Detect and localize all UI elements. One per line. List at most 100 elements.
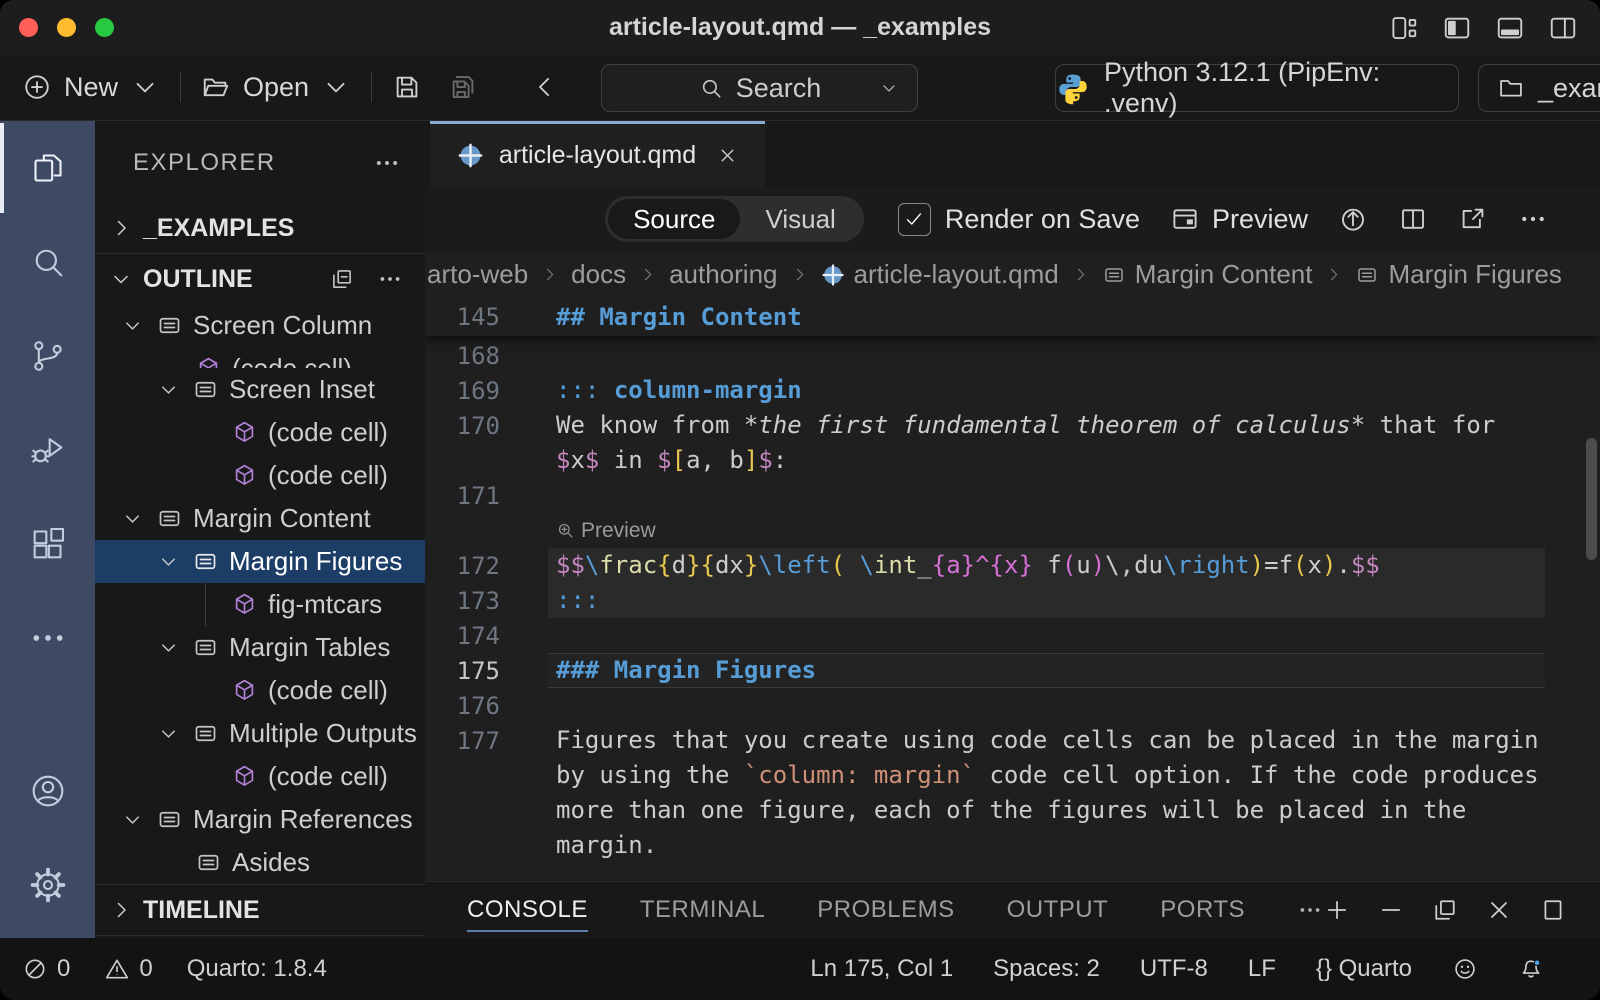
save-all-button[interactable] [448, 72, 478, 102]
code-text[interactable]: by using the `column: margin` code cell … [548, 758, 1545, 793]
close-panel-button[interactable] [1485, 896, 1513, 924]
outline-item[interactable]: fig-mtcars [95, 583, 425, 626]
status-notifications[interactable] [1518, 956, 1544, 982]
close-tab-icon[interactable] [717, 145, 738, 166]
breadcrumb-item[interactable]: arto-web [427, 259, 528, 290]
more-actions-icon[interactable] [377, 266, 403, 292]
code-text[interactable]: more than one figure, each of the figure… [548, 793, 1545, 828]
outline-item[interactable]: Screen Column [95, 304, 425, 347]
more-actions-icon[interactable] [1518, 204, 1548, 234]
status-warnings[interactable]: 0 [104, 955, 152, 983]
status-errors[interactable]: 0 [22, 955, 70, 983]
outline-item[interactable]: Margin Figures [95, 540, 425, 583]
save-button[interactable] [392, 72, 422, 102]
editor-scrollbar[interactable] [1586, 438, 1597, 560]
interpreter-selector[interactable]: Python 3.12.1 (PipEnv: .venv) [1055, 64, 1459, 112]
collapse-button[interactable] [1377, 896, 1405, 924]
breadcrumb-item[interactable]: article-layout.qmd [821, 259, 1059, 290]
outline-item[interactable]: (code cell) [95, 669, 425, 712]
code-text[interactable] [548, 338, 1545, 373]
status-encoding[interactable]: UTF-8 [1140, 955, 1208, 983]
outline-item[interactable]: Margin Tables [95, 626, 425, 669]
code-line[interactable]: 168 [425, 338, 1600, 373]
publish-icon[interactable] [1338, 204, 1368, 234]
outline-item[interactable]: (code cell) [95, 454, 425, 497]
activity-more-actions[interactable] [0, 591, 95, 685]
open-external-icon[interactable] [1458, 204, 1488, 234]
code-text[interactable] [548, 618, 1545, 653]
code-line[interactable]: 171 [425, 478, 1600, 513]
checkbox-checked[interactable] [898, 203, 931, 236]
status-indentation[interactable]: Spaces: 2 [993, 955, 1100, 983]
status-eol[interactable]: LF [1248, 955, 1276, 983]
outline-item[interactable]: Multiple Outputs [95, 712, 425, 755]
duplicate-button[interactable] [1431, 896, 1459, 924]
status-cursor-position[interactable]: Ln 175, Col 1 [810, 955, 953, 983]
preview-button[interactable]: Preview [1170, 204, 1308, 235]
codelens-line[interactable]: Preview [425, 513, 1600, 548]
outline-item[interactable]: (code cell) [95, 347, 425, 368]
outline-item[interactable]: Asides [95, 841, 425, 884]
new-button[interactable]: New [22, 72, 160, 103]
breadcrumb-item[interactable]: Margin Figures [1355, 259, 1561, 290]
more-actions-icon[interactable] [373, 149, 401, 177]
toggle-secondary-sidebar-button[interactable] [1548, 13, 1578, 43]
sticky-scroll-line[interactable]: 145 ## Margin Content [425, 298, 1600, 336]
breadcrumb-item[interactable]: authoring [669, 259, 777, 290]
navigate-back-button[interactable] [530, 72, 560, 102]
panel-tab-problems[interactable]: PROBLEMS [817, 882, 954, 938]
activity-explorer[interactable] [0, 121, 95, 215]
status-quarto-version[interactable]: Quarto: 1.8.4 [187, 955, 327, 983]
code-line[interactable]: 177Figures that you create using code ce… [425, 723, 1600, 758]
code-line[interactable]: margin. [425, 828, 1600, 863]
tab-article-layout[interactable]: article-layout.qmd [430, 121, 765, 187]
status-feedback[interactable] [1452, 956, 1478, 982]
source-mode-button[interactable]: Source [608, 199, 740, 239]
panel-tab-ports[interactable]: PORTS [1160, 882, 1245, 938]
code-line[interactable]: 172$$\frac{d}{dx}\left( \int_{a}^{x} f(u… [425, 548, 1600, 583]
code-text[interactable]: Preview [548, 513, 1545, 548]
activity-extensions[interactable] [0, 497, 95, 591]
workspace-button[interactable]: _examples [1478, 64, 1600, 112]
code-text[interactable]: Figures that you create using code cells… [548, 723, 1545, 758]
code-text[interactable]: margin. [548, 828, 1545, 863]
code-text[interactable] [548, 688, 1545, 723]
code-line[interactable]: more than one figure, each of the figure… [425, 793, 1600, 828]
add-button[interactable] [1323, 896, 1351, 924]
render-on-save-toggle[interactable]: Render on Save [898, 203, 1140, 236]
code-text[interactable]: ::: column-margin [548, 373, 1545, 408]
toggle-panel-button[interactable] [1495, 13, 1525, 43]
code-line[interactable]: 176 [425, 688, 1600, 723]
code-editor[interactable]: 145 ## Margin Content 168169::: column-m… [425, 298, 1600, 882]
code-line[interactable]: 170We know from *the first fundamental t… [425, 408, 1600, 443]
code-line[interactable]: 169::: column-margin [425, 373, 1600, 408]
code-line[interactable]: 173::: [425, 583, 1600, 618]
outline-item[interactable]: Margin Content [95, 497, 425, 540]
maximize-panel-button[interactable] [1539, 896, 1567, 924]
code-text[interactable]: ::: [548, 583, 1545, 618]
panel-tab-output[interactable]: OUTPUT [1007, 882, 1109, 938]
code-text[interactable] [548, 478, 1545, 513]
sidebar-section-timeline[interactable]: TIMELINE [95, 884, 425, 935]
outline-item[interactable]: (code cell) [95, 411, 425, 454]
toggle-primary-sidebar-button[interactable] [1442, 13, 1472, 43]
sidebar-section-outline[interactable]: OUTLINE [95, 253, 425, 304]
code-text[interactable]: ### Margin Figures [548, 653, 1545, 688]
code-line[interactable]: 174 [425, 618, 1600, 653]
activity-run-debug[interactable] [0, 403, 95, 497]
more-panels-icon[interactable] [1297, 897, 1323, 923]
code-text[interactable]: We know from *the first fundamental theo… [548, 408, 1545, 443]
breadcrumb-item[interactable]: docs [571, 259, 626, 290]
activity-settings[interactable] [0, 838, 95, 932]
outline-item[interactable]: Screen Inset [95, 368, 425, 411]
split-editor-icon[interactable] [1398, 204, 1428, 234]
code-line[interactable]: by using the `column: margin` code cell … [425, 758, 1600, 793]
search-input[interactable]: Search [601, 64, 918, 112]
outline-item[interactable]: (code cell) [95, 755, 425, 798]
code-text[interactable]: $$\frac{d}{dx}\left( \int_{a}^{x} f(u)\,… [548, 548, 1545, 583]
activity-account[interactable] [0, 744, 95, 838]
activity-search[interactable] [0, 215, 95, 309]
sidebar-section-examples[interactable]: _EXAMPLES [95, 203, 425, 253]
panel-tab-console[interactable]: CONSOLE [467, 882, 588, 938]
open-button[interactable]: Open [201, 72, 351, 103]
